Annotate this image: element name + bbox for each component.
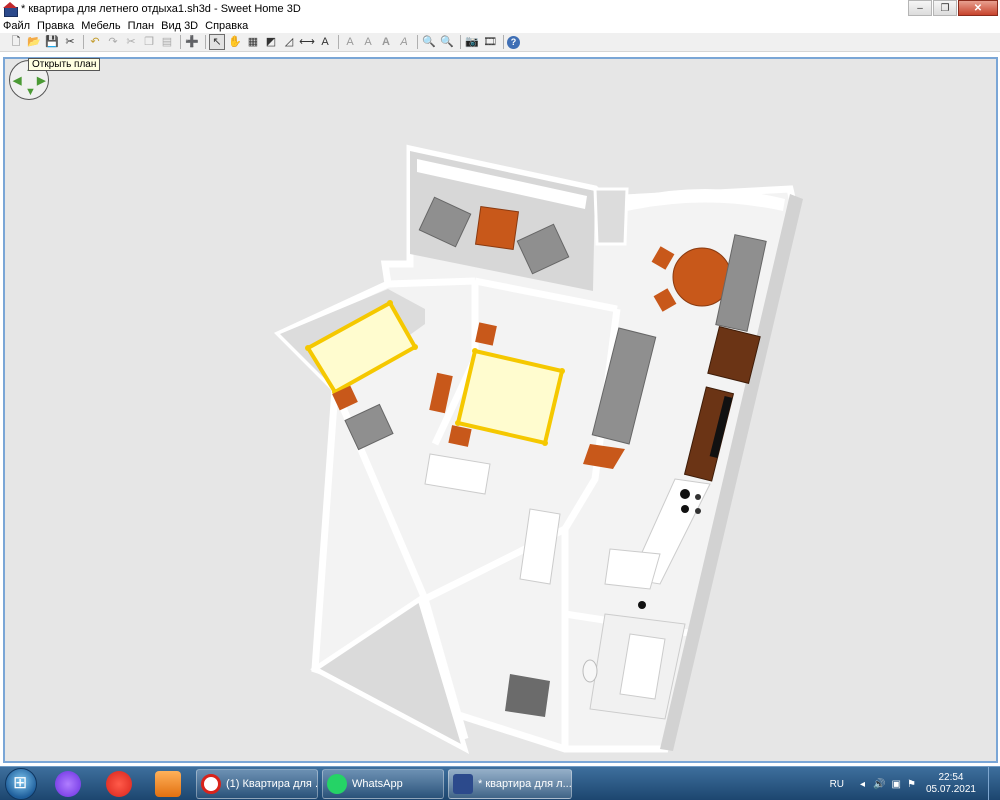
zoom-in-icon[interactable]: 🔍	[421, 34, 437, 50]
yandex-browser-icon	[201, 774, 221, 794]
toolbar-separator	[205, 35, 206, 49]
paste-icon[interactable]: ▤	[159, 34, 175, 50]
toolbar-separator	[503, 35, 504, 49]
taskbar-item-label: WhatsApp	[352, 778, 403, 790]
clock-time: 22:54	[938, 772, 964, 783]
create-walls-icon[interactable]: ▦	[245, 34, 261, 50]
3d-view-pane[interactable]	[0, 54, 1000, 766]
windows-taskbar: (1) Квартира для ... WhatsApp * квартира…	[0, 766, 1000, 800]
taskbar-item-label: * квартира для л...	[478, 778, 572, 790]
toolbar-separator	[83, 35, 84, 49]
network-icon[interactable]: ▣	[892, 779, 901, 790]
tooltip: Открыть план	[28, 58, 101, 71]
create-video-icon[interactable]: 🎞	[482, 34, 498, 50]
cut-icon[interactable]: ✂	[123, 34, 139, 50]
toolbar-separator	[417, 35, 418, 49]
help-icon[interactable]: ?	[507, 35, 520, 49]
preferences-icon[interactable]: ✂	[62, 34, 78, 50]
yandex-icon[interactable]	[106, 771, 132, 797]
restore-button[interactable]: ❐	[933, 0, 957, 16]
arrow-down-icon[interactable]: ▼	[25, 86, 36, 98]
create-photo-icon[interactable]: 📷	[464, 34, 480, 50]
volume-icon[interactable]: 🔊	[873, 779, 885, 790]
apartment-3d-model[interactable]	[5, 59, 996, 761]
taskbar-item-label: (1) Квартира для ...	[226, 778, 318, 790]
clock[interactable]: 22:54 05.07.2021	[926, 772, 976, 796]
show-desktop-button[interactable]	[988, 767, 1000, 800]
undo-icon[interactable]: ↶	[87, 34, 103, 50]
system-tray: RU ◂ 🔊 ▣ ⚑ 22:54 05.07.2021	[830, 767, 1000, 800]
sweet-home-3d-icon	[3, 2, 18, 17]
pan-mode-icon[interactable]: ✋	[227, 34, 243, 50]
increase-text-icon[interactable]: A	[342, 34, 358, 50]
bold-text-icon[interactable]: A	[378, 34, 394, 50]
taskbar-item-sweet-home-3d[interactable]: * квартира для л...	[448, 769, 572, 799]
menu-plan[interactable]: План	[128, 20, 159, 32]
save-icon[interactable]: 💾	[44, 34, 60, 50]
redo-icon[interactable]: ↷	[105, 34, 121, 50]
close-button[interactable]: ✕	[958, 0, 998, 16]
decrease-text-icon[interactable]: A	[360, 34, 376, 50]
create-rooms-icon[interactable]: ◩	[263, 34, 279, 50]
language-indicator[interactable]: RU	[830, 779, 844, 790]
create-dimensions-icon[interactable]: ⟷	[299, 34, 315, 50]
3d-view-canvas[interactable]	[3, 57, 998, 763]
create-polylines-icon[interactable]: ◿	[281, 34, 297, 50]
menu-file[interactable]: Файл	[3, 20, 34, 32]
toolbar-separator	[338, 35, 339, 49]
whatsapp-icon	[327, 774, 347, 794]
taskbar-item-yandex-browser[interactable]: (1) Квартира для ...	[196, 769, 318, 799]
new-home-icon[interactable]: 🗋	[8, 34, 24, 50]
media-player-icon[interactable]	[155, 771, 181, 797]
open-icon[interactable]: 📂	[26, 34, 42, 50]
arrow-right-icon[interactable]: ▶	[37, 74, 45, 87]
toolbar-separator	[460, 35, 461, 49]
action-center-icon[interactable]: ⚑	[907, 779, 916, 790]
sweet-home-3d-icon	[453, 774, 473, 794]
title-bar: * квартира для летнего отдыха1.sh3d - Sw…	[0, 0, 1000, 18]
start-button[interactable]	[5, 768, 37, 800]
create-labels-icon[interactable]: A	[317, 34, 333, 50]
menu-3d-view[interactable]: Вид 3D	[161, 20, 202, 32]
arrow-left-icon[interactable]: ◀	[13, 74, 21, 87]
menu-furniture[interactable]: Мебель	[81, 20, 124, 32]
minimize-button[interactable]: –	[908, 0, 932, 16]
window-controls: – ❐ ✕	[907, 0, 998, 16]
zoom-out-icon[interactable]: 🔍	[439, 34, 455, 50]
clock-date: 05.07.2021	[925, 784, 976, 795]
alice-icon[interactable]	[55, 771, 81, 797]
menu-help[interactable]: Справка	[205, 20, 252, 32]
add-furniture-icon[interactable]: ➕	[184, 34, 200, 50]
menu-edit[interactable]: Правка	[37, 20, 78, 32]
italic-text-icon[interactable]: A	[396, 34, 412, 50]
copy-icon[interactable]: ❐	[141, 34, 157, 50]
window-title: * квартира для летнего отдыха1.sh3d - Sw…	[21, 3, 301, 15]
toolbar: 🗋 📂 💾 ✂ ↶ ↷ ✂ ❐ ▤ ➕ ↖ ✋ ▦ ◩ ◿ ⟷ A A A A …	[0, 33, 1000, 52]
taskbar-item-whatsapp[interactable]: WhatsApp	[322, 769, 444, 799]
toolbar-separator	[180, 35, 181, 49]
select-mode-icon[interactable]: ↖	[209, 34, 225, 50]
menu-bar: Файл Правка Мебель План Вид 3D Справка	[0, 18, 1000, 33]
show-hidden-icons-icon[interactable]: ◂	[860, 779, 865, 790]
